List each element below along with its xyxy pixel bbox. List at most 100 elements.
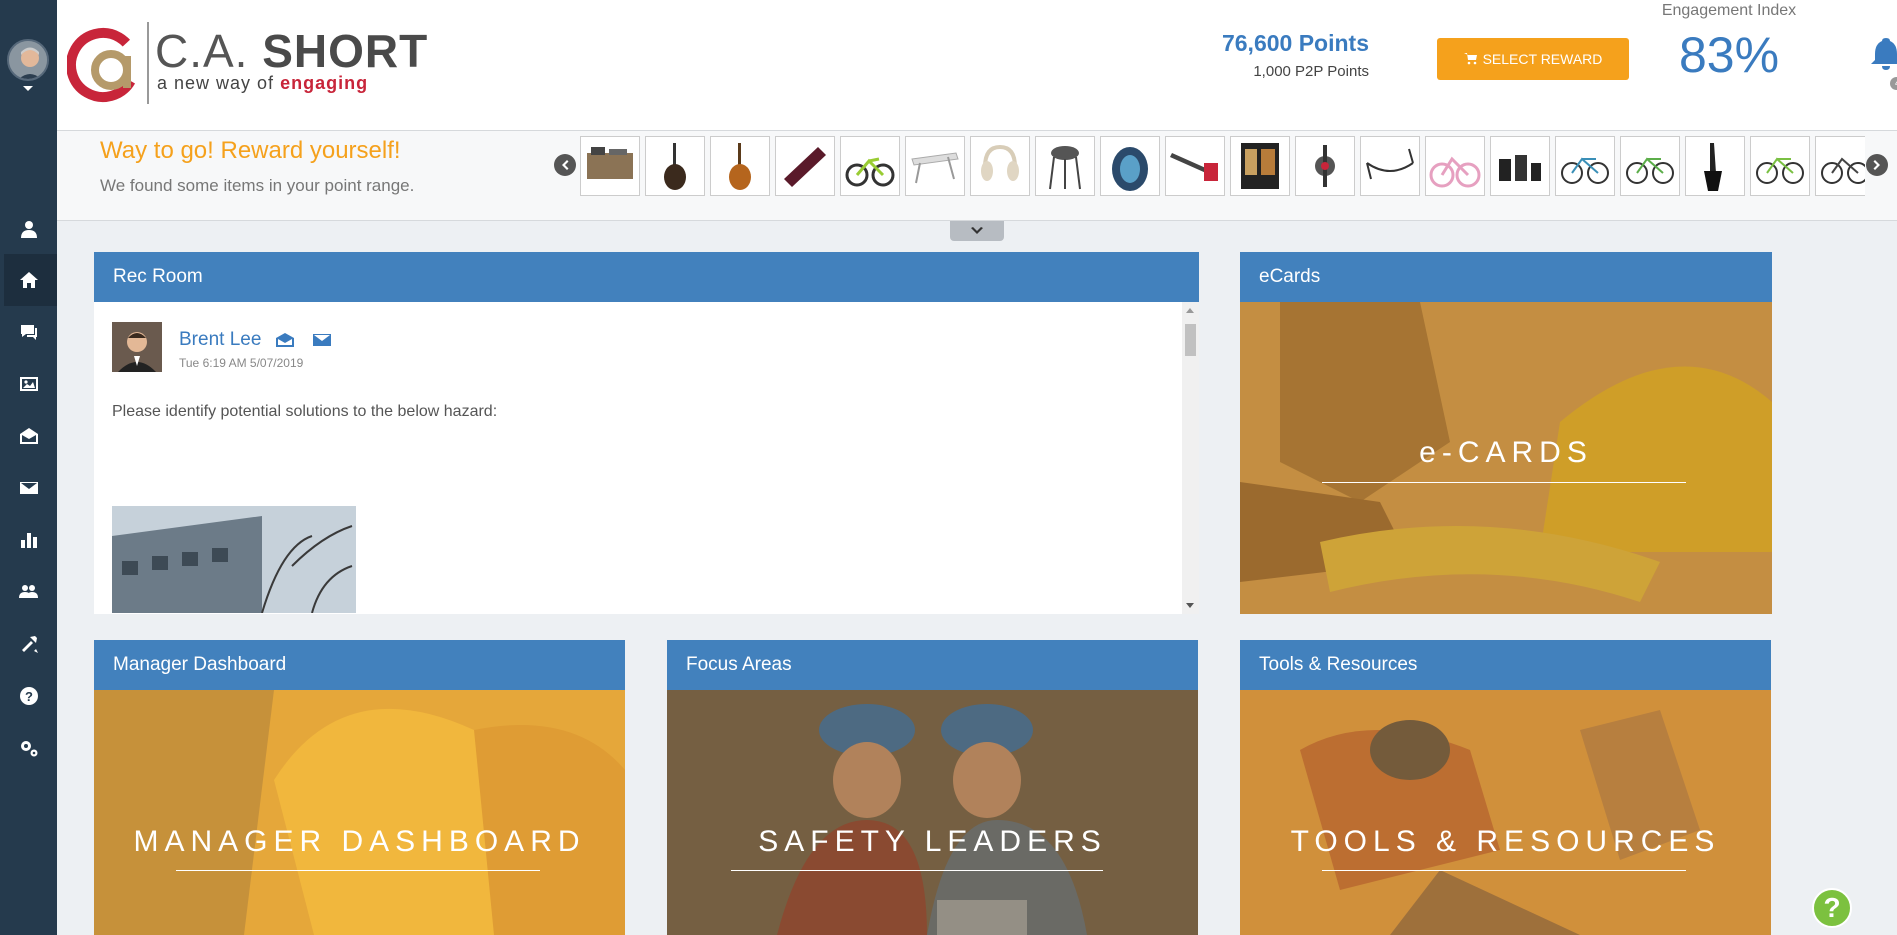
- scroll-down-icon[interactable]: [1186, 603, 1194, 608]
- send-message-button[interactable]: [312, 332, 332, 348]
- reward-item[interactable]: [580, 136, 640, 196]
- tools-resources-image[interactable]: TOOLS & RESOURCES: [1240, 690, 1771, 935]
- focus-areas-image-text: SAFETY LEADERS: [758, 825, 1107, 858]
- focus-areas-panel[interactable]: Focus Areas SAFETY LEADERS: [667, 640, 1198, 935]
- manager-dashboard-underline: [176, 870, 540, 871]
- chat-icon: [20, 325, 37, 340]
- sidebar-item-gallery[interactable]: [0, 358, 57, 410]
- reward-item[interactable]: [775, 136, 835, 196]
- user-menu-caret-icon[interactable]: [23, 86, 33, 91]
- cart-icon: [1463, 53, 1477, 65]
- reward-item[interactable]: [1295, 136, 1355, 196]
- brand-name: C.A. SHORT: [155, 25, 429, 77]
- home-icon: [19, 272, 38, 288]
- reward-item[interactable]: [1620, 136, 1680, 196]
- user-avatar[interactable]: [7, 39, 49, 81]
- sidebar-item-team[interactable]: [0, 566, 57, 618]
- reward-item[interactable]: [710, 136, 770, 196]
- post-author-name[interactable]: Brent Lee: [179, 329, 261, 351]
- sidebar-item-reports[interactable]: [0, 514, 57, 566]
- reward-next-button[interactable]: [1866, 154, 1888, 176]
- reward-item[interactable]: [840, 136, 900, 196]
- ecards-title: eCards: [1240, 252, 1772, 302]
- brand-tagline: a new way of engaging: [157, 73, 369, 93]
- reward-item[interactable]: [1555, 136, 1615, 196]
- send-ecard-button[interactable]: [275, 332, 295, 348]
- points-summary: 76,600 Points 1,000 P2P Points: [1222, 30, 1369, 80]
- p2p-points: 1,000 P2P Points: [1253, 63, 1369, 80]
- focus-areas-image[interactable]: SAFETY LEADERS: [667, 690, 1198, 935]
- reward-item[interactable]: [645, 136, 705, 196]
- image-icon: [19, 377, 38, 391]
- question-mark-icon: ?: [1823, 892, 1841, 923]
- chevron-right-icon: [1873, 160, 1880, 170]
- post-image[interactable]: [112, 506, 356, 613]
- reward-item[interactable]: [1685, 136, 1745, 196]
- post-timestamp: Tue 6:19 AM 5/07/2019: [179, 356, 304, 370]
- header: C.A. SHORT a new way of engaging 76,600 …: [57, 0, 1897, 131]
- reward-item[interactable]: [1035, 136, 1095, 196]
- reward-strip-subtitle: We found some items in your point range.: [100, 176, 415, 195]
- notifications-button[interactable]: [1870, 36, 1897, 74]
- ecards-panel[interactable]: eCards e-CARDS: [1240, 252, 1772, 614]
- reward-prev-button[interactable]: [554, 154, 576, 176]
- reward-item[interactable]: [1750, 136, 1810, 196]
- sidebar-item-mail[interactable]: [0, 462, 57, 514]
- envelope-icon: [19, 482, 38, 494]
- points-total: 76,600 Points: [1221, 30, 1369, 56]
- engagement-value: 83%: [1678, 27, 1780, 83]
- help-icon: ?: [19, 687, 38, 705]
- notification-count-badge: 4: [1890, 77, 1897, 90]
- reward-item[interactable]: [1230, 136, 1290, 196]
- ecards-image-text: e-CARDS: [1419, 436, 1593, 469]
- ecard-icon: [276, 333, 294, 347]
- rec-room-feed[interactable]: Brent Lee Tue 6:19 AM 5/07/2019 Please i…: [94, 302, 1182, 614]
- team-icon: [18, 585, 38, 598]
- manager-dashboard-title: Manager Dashboard: [94, 640, 625, 690]
- manager-dashboard-image[interactable]: MANAGER DASHBOARD: [94, 690, 625, 935]
- chevron-left-icon: [562, 160, 569, 170]
- engagement-index: Engagement Index 83%: [1634, 0, 1824, 84]
- select-reward-button[interactable]: SELECT REWARD: [1437, 38, 1629, 80]
- rec-room-panel: Rec Room Brent Lee Tue 6:19 AM 5/07/2019…: [94, 252, 1199, 614]
- reward-strip: Way to go! Reward yourself! We found som…: [57, 131, 1897, 221]
- reward-item[interactable]: [905, 136, 965, 196]
- focus-areas-title: Focus Areas: [667, 640, 1198, 690]
- chevron-down-icon: [971, 227, 983, 234]
- post-text: Please identify potential solutions to t…: [112, 403, 498, 420]
- rec-room-title: Rec Room: [94, 252, 1199, 302]
- reward-item[interactable]: [1425, 136, 1485, 196]
- tools-icon: [21, 636, 38, 653]
- ecards-underline: [1322, 482, 1686, 483]
- scroll-thumb[interactable]: [1185, 324, 1196, 356]
- ecard-icon: [19, 428, 38, 444]
- engagement-label: Engagement Index: [1661, 2, 1797, 19]
- ecards-image[interactable]: e-CARDS: [1240, 302, 1772, 614]
- manager-dashboard-panel[interactable]: Manager Dashboard MANAGER DASHBOARD: [94, 640, 625, 935]
- rec-room-scrollbar[interactable]: [1182, 302, 1199, 614]
- tools-resources-panel[interactable]: Tools & Resources TOOLS & RESOURCES: [1240, 640, 1771, 935]
- sidebar-item-home[interactable]: [0, 254, 57, 306]
- reward-item[interactable]: [970, 136, 1030, 196]
- chart-icon: [20, 533, 37, 548]
- sidebar-item-messages[interactable]: [0, 306, 57, 358]
- post-author-avatar[interactable]: [112, 322, 162, 372]
- tools-resources-underline: [1322, 870, 1686, 871]
- reward-item[interactable]: [1815, 136, 1865, 196]
- bell-icon: [1871, 38, 1897, 70]
- sidebar-item-profile[interactable]: [0, 203, 57, 255]
- help-chat-button[interactable]: ?: [1812, 888, 1852, 928]
- sidebar-item-tools[interactable]: [0, 618, 57, 670]
- sidebar-item-settings[interactable]: [0, 722, 57, 774]
- reward-item[interactable]: [1165, 136, 1225, 196]
- logo-divider: [147, 22, 149, 104]
- reward-item[interactable]: [1490, 136, 1550, 196]
- reward-item[interactable]: [1360, 136, 1420, 196]
- sidebar-item-help[interactable]: ?: [0, 670, 57, 722]
- collapse-strip-button[interactable]: [950, 221, 1004, 241]
- tools-resources-title: Tools & Resources: [1240, 640, 1771, 690]
- user-icon: [20, 221, 37, 238]
- reward-item[interactable]: [1100, 136, 1160, 196]
- sidebar-item-ecards[interactable]: [0, 410, 57, 462]
- scroll-up-icon[interactable]: [1186, 308, 1194, 313]
